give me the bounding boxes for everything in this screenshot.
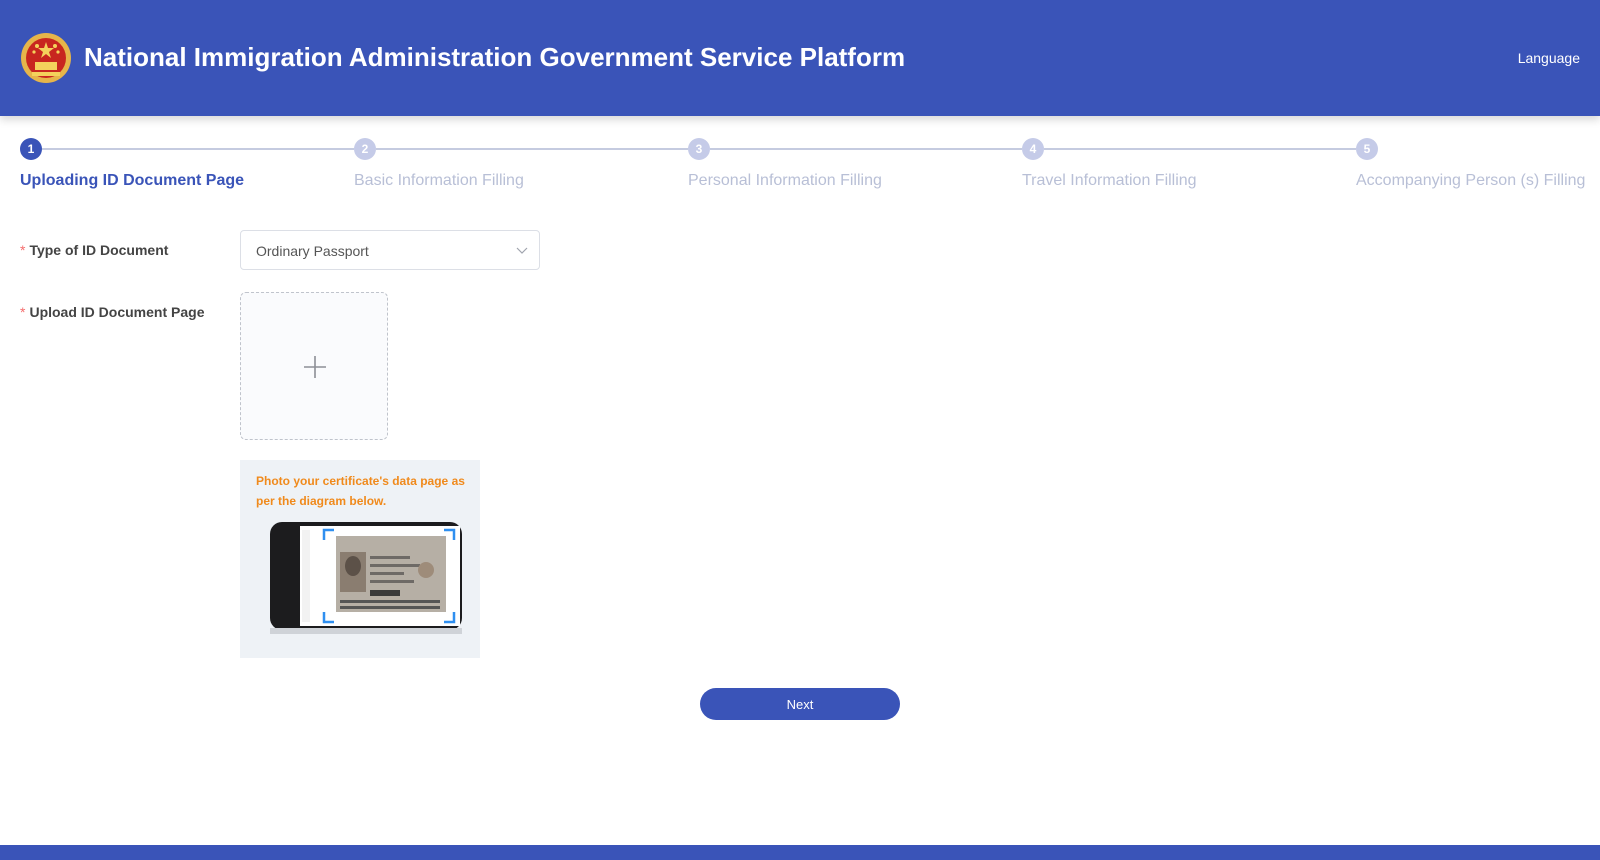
- step-connector: [710, 148, 1022, 150]
- passport-photo-diagram: [270, 522, 462, 634]
- step-5-indicator: 5: [1356, 138, 1378, 160]
- doc-type-label: * Type of ID Document: [20, 242, 168, 258]
- step-1-label: Uploading ID Document Page: [20, 172, 245, 189]
- step-connector: [376, 148, 688, 150]
- upload-label-text: Upload ID Document Page: [29, 304, 205, 320]
- footer-bar: [0, 845, 1600, 860]
- page-title: National Immigration Administration Gove…: [84, 42, 906, 72]
- step-5-label: Accompanying Person (s) Filling: [1356, 172, 1586, 189]
- upload-hint-box: Photo your certificate's data page as pe…: [240, 460, 480, 658]
- language-switcher[interactable]: Language: [1518, 50, 1580, 66]
- upload-hint-text: Photo your certificate's data page as pe…: [256, 474, 465, 508]
- header-bar: National Immigration Administration Gove…: [0, 0, 1600, 116]
- upload-label: * Upload ID Document Page: [20, 304, 204, 320]
- plus-icon: [304, 356, 326, 378]
- national-emblem-icon: [21, 33, 71, 83]
- progress-steps: 1 Uploading ID Document Page 2 Basic Inf…: [0, 136, 1600, 196]
- doc-type-select[interactable]: Ordinary Passport: [240, 230, 540, 270]
- doc-type-label-text: Type of ID Document: [29, 242, 169, 258]
- step-4-indicator: 4: [1022, 138, 1044, 160]
- step-3-indicator: 3: [688, 138, 710, 160]
- step-connector: [42, 148, 354, 150]
- step-2-indicator: 2: [354, 138, 376, 160]
- step-connector: [1044, 148, 1356, 150]
- step-2-label: Basic Information Filling: [354, 172, 524, 189]
- doc-type-value: Ordinary Passport: [256, 243, 369, 259]
- required-mark: *: [20, 242, 26, 258]
- upload-area[interactable]: [240, 292, 388, 440]
- step-3-label: Personal Information Filling: [688, 172, 882, 189]
- next-button[interactable]: Next: [700, 688, 900, 720]
- chevron-down-icon: [516, 247, 528, 254]
- step-4-label: Travel Information Filling: [1022, 172, 1197, 189]
- required-mark: *: [20, 304, 26, 320]
- step-1-indicator: 1: [20, 138, 42, 160]
